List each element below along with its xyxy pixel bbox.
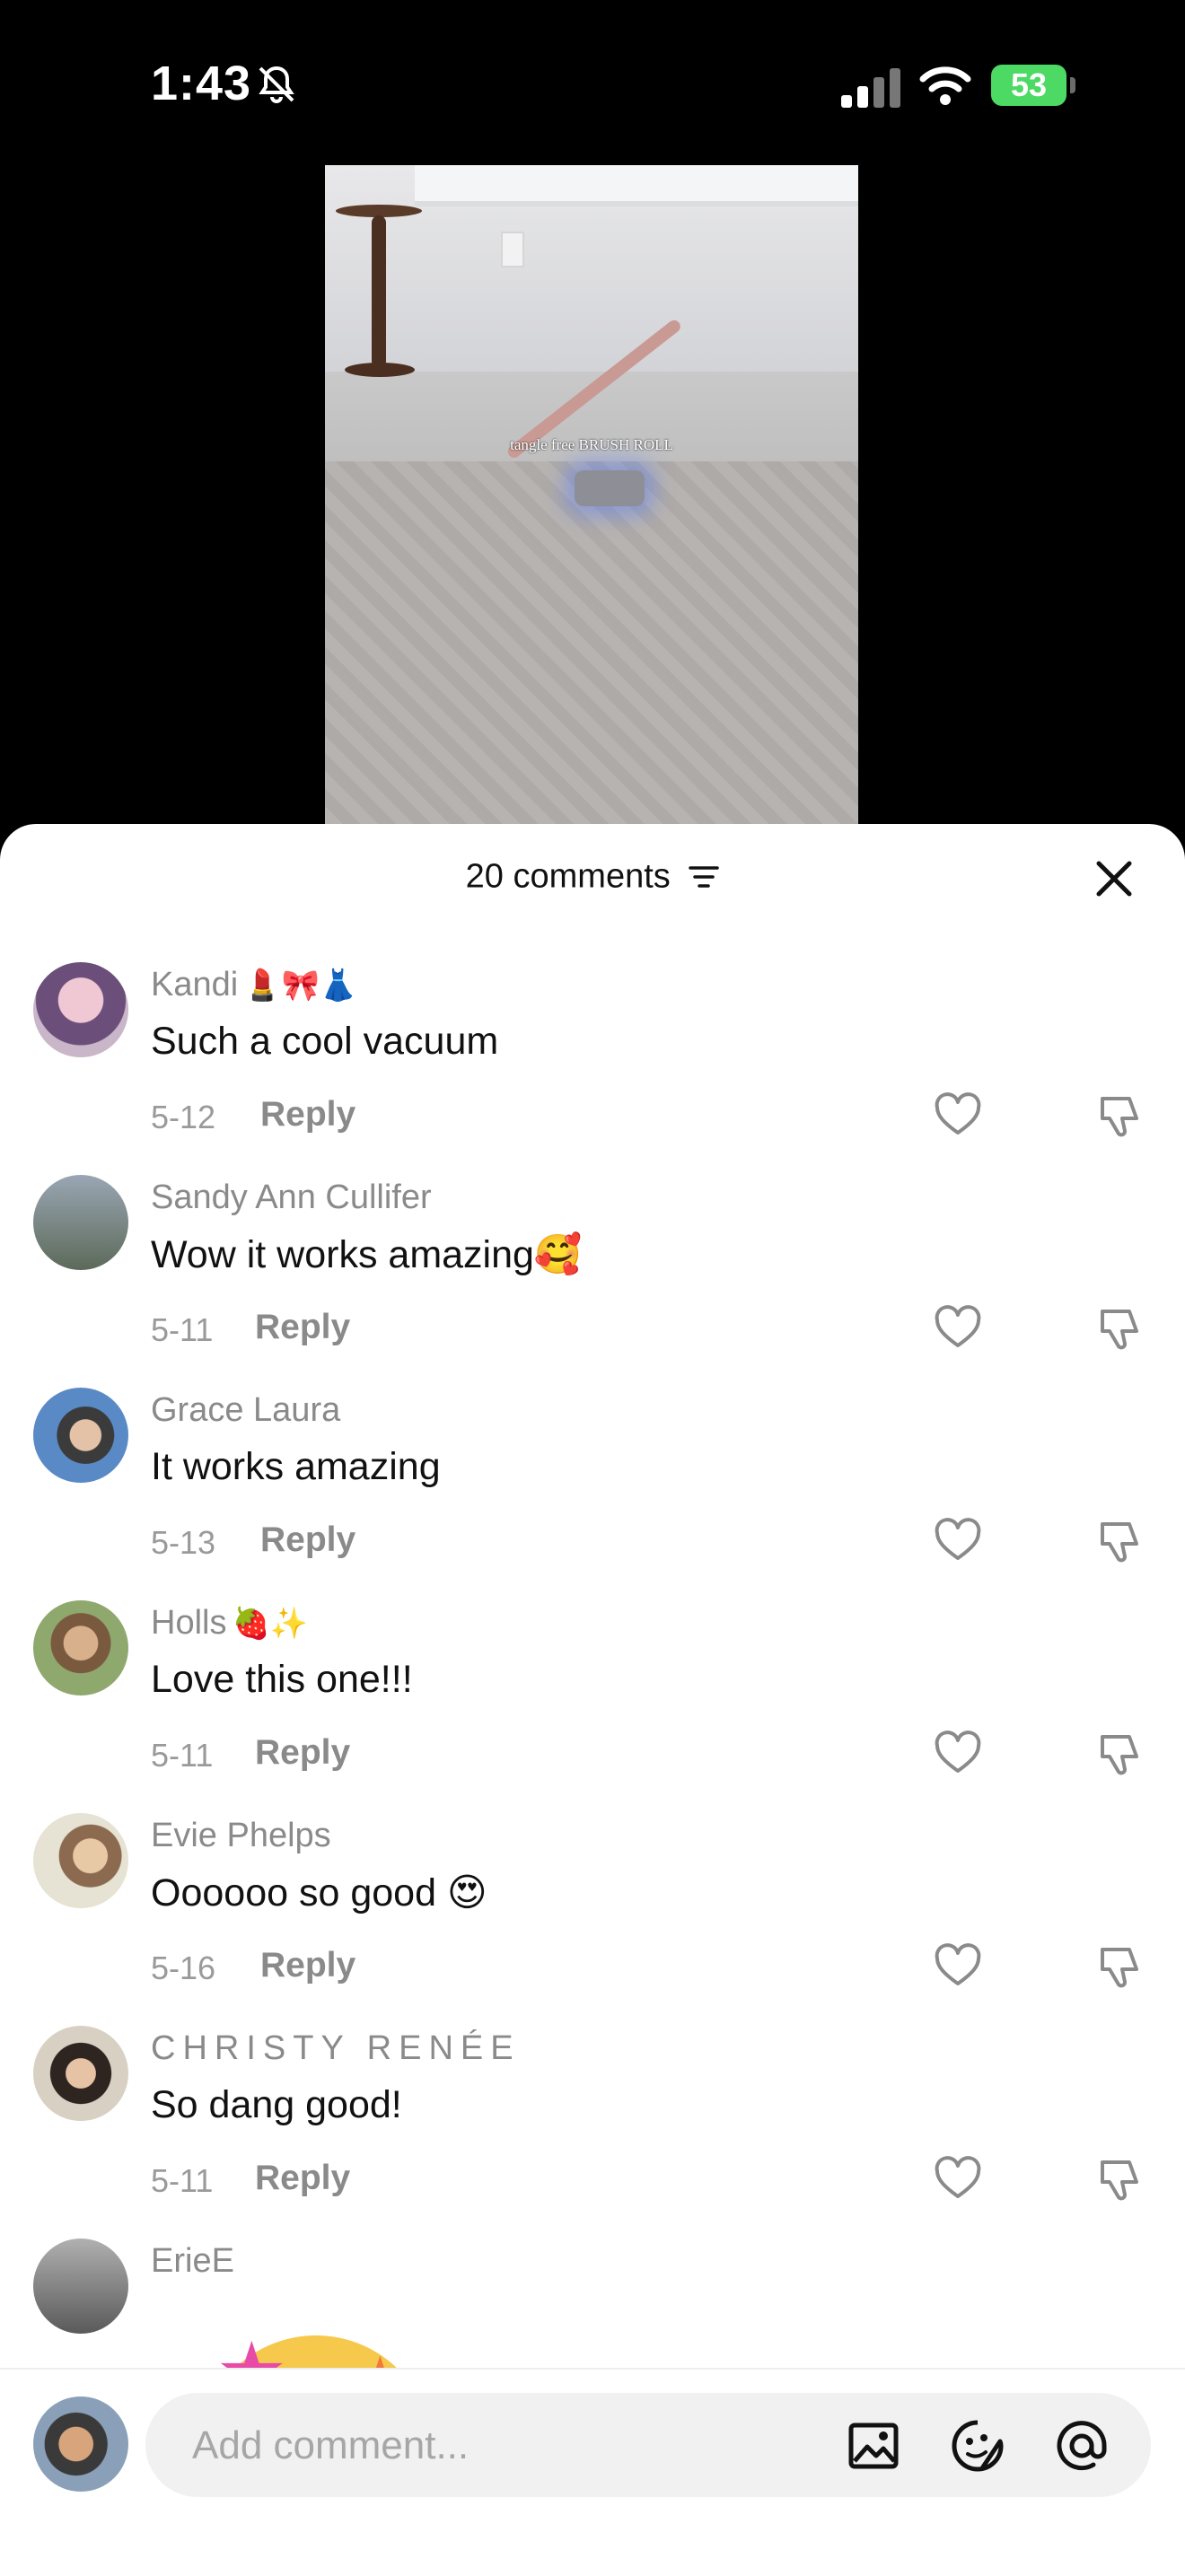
avatar[interactable] bbox=[33, 962, 128, 1057]
comment-item: Evie Phelps Oooooo so good 😍 5-16 Reply bbox=[0, 1813, 1185, 2026]
comment-date: 5-13 bbox=[151, 1524, 216, 1561]
comment-username[interactable]: Sandy Ann Cullifer bbox=[151, 1178, 437, 1217]
user-avatar[interactable] bbox=[33, 2396, 128, 2492]
comment-username[interactable]: Evie Phelps bbox=[151, 1817, 337, 1855]
image-icon[interactable] bbox=[846, 2418, 901, 2474]
reply-button[interactable]: Reply bbox=[260, 1095, 356, 1135]
reply-button[interactable]: Reply bbox=[260, 1946, 356, 1985]
heart-icon[interactable] bbox=[934, 1942, 982, 1991]
status-bar: 1:43 53 bbox=[0, 0, 1185, 171]
thumbs-down-icon[interactable] bbox=[1095, 1091, 1144, 1140]
comment-username[interactable]: CHRISTY RENÉE bbox=[151, 2029, 526, 2068]
reply-button[interactable]: Reply bbox=[255, 2159, 350, 2198]
cellular-signal-icon bbox=[841, 68, 900, 108]
thumbs-down-icon[interactable] bbox=[1095, 1304, 1144, 1353]
avatar[interactable] bbox=[33, 1600, 128, 1695]
comments-count[interactable]: 20 comments bbox=[0, 856, 1185, 896]
comment-text: Love this one!!! bbox=[151, 1658, 413, 1701]
comment-text: Oooooo so good 😍 bbox=[151, 1871, 487, 1914]
clock: 1:43 bbox=[151, 57, 252, 110]
avatar[interactable] bbox=[33, 2239, 128, 2334]
comment-item: Grace Laura It works amazing 5-13 Reply bbox=[0, 1388, 1185, 1600]
avatar[interactable] bbox=[33, 2026, 128, 2121]
thumbs-down-icon[interactable] bbox=[1095, 1730, 1144, 1778]
comment-date: 5-11 bbox=[151, 2162, 214, 2199]
comment-text: It works amazing bbox=[151, 1445, 441, 1488]
comment-item: CHRISTY RENÉE So dang good! 5-11 Reply bbox=[0, 2026, 1185, 2239]
reply-button[interactable]: Reply bbox=[255, 1308, 350, 1347]
silent-bell-icon bbox=[259, 66, 294, 103]
battery-percent: 53 bbox=[1010, 66, 1048, 103]
thumbs-down-icon[interactable] bbox=[1095, 2155, 1144, 2204]
heart-icon[interactable] bbox=[934, 2155, 982, 2204]
comment-text: Wow it works amazing🥰 bbox=[151, 1233, 583, 1276]
comment-date: 5-16 bbox=[151, 1950, 216, 1986]
video-caption: tangle free BRUSH ROLL bbox=[510, 436, 673, 453]
sheet-header: 20 comments bbox=[0, 824, 1185, 932]
comment-item: Kandi 💄🎀👗 Such a cool vacuum 5-12 Reply bbox=[0, 962, 1185, 1175]
comment-date: 5-11 bbox=[151, 1737, 214, 1774]
comment-text: Such a cool vacuum bbox=[151, 1020, 499, 1063]
heart-icon[interactable] bbox=[934, 1091, 982, 1140]
heart-icon[interactable] bbox=[934, 1517, 982, 1565]
comment-item: Sandy Ann Cullifer Wow it works amazing🥰… bbox=[0, 1175, 1185, 1388]
heart-icon[interactable] bbox=[934, 1304, 982, 1353]
comment-input[interactable] bbox=[190, 2418, 822, 2474]
comment-date: 5-12 bbox=[151, 1099, 216, 1135]
reply-button[interactable]: Reply bbox=[260, 1520, 356, 1560]
heart-icon[interactable] bbox=[934, 1730, 982, 1778]
avatar[interactable] bbox=[33, 1388, 128, 1483]
comment-username[interactable]: Kandi 💄🎀👗 bbox=[151, 966, 357, 1004]
sticker-icon[interactable] bbox=[950, 2418, 1005, 2474]
thumbs-down-icon[interactable] bbox=[1095, 1517, 1144, 1565]
comment-item: Holls 🍓✨ Love this one!!! 5-11 Reply bbox=[0, 1600, 1185, 1813]
mention-icon[interactable] bbox=[1054, 2418, 1110, 2474]
close-icon[interactable] bbox=[1092, 856, 1137, 901]
reply-button[interactable]: Reply bbox=[255, 1733, 350, 1773]
video-player[interactable]: tangle free BRUSH ROLL bbox=[325, 165, 858, 824]
sort-icon[interactable] bbox=[689, 863, 720, 890]
thumbs-down-icon[interactable] bbox=[1095, 1942, 1144, 1991]
comment-username[interactable]: Holls 🍓✨ bbox=[151, 1604, 308, 1643]
battery-indicator: 53 bbox=[991, 65, 1077, 106]
wifi-icon bbox=[919, 66, 971, 105]
comment-input-container[interactable] bbox=[145, 2393, 1151, 2497]
comment-text: So dang good! bbox=[151, 2083, 402, 2126]
comment-item: ErieE bbox=[0, 2239, 1185, 2368]
avatar[interactable] bbox=[33, 1175, 128, 1270]
comment-composer bbox=[0, 2368, 1185, 2576]
comment-date: 5-11 bbox=[151, 1311, 214, 1348]
comment-username[interactable]: Grace Laura bbox=[151, 1391, 346, 1430]
comment-username[interactable]: ErieE bbox=[151, 2242, 234, 2281]
avatar[interactable] bbox=[33, 1813, 128, 1908]
